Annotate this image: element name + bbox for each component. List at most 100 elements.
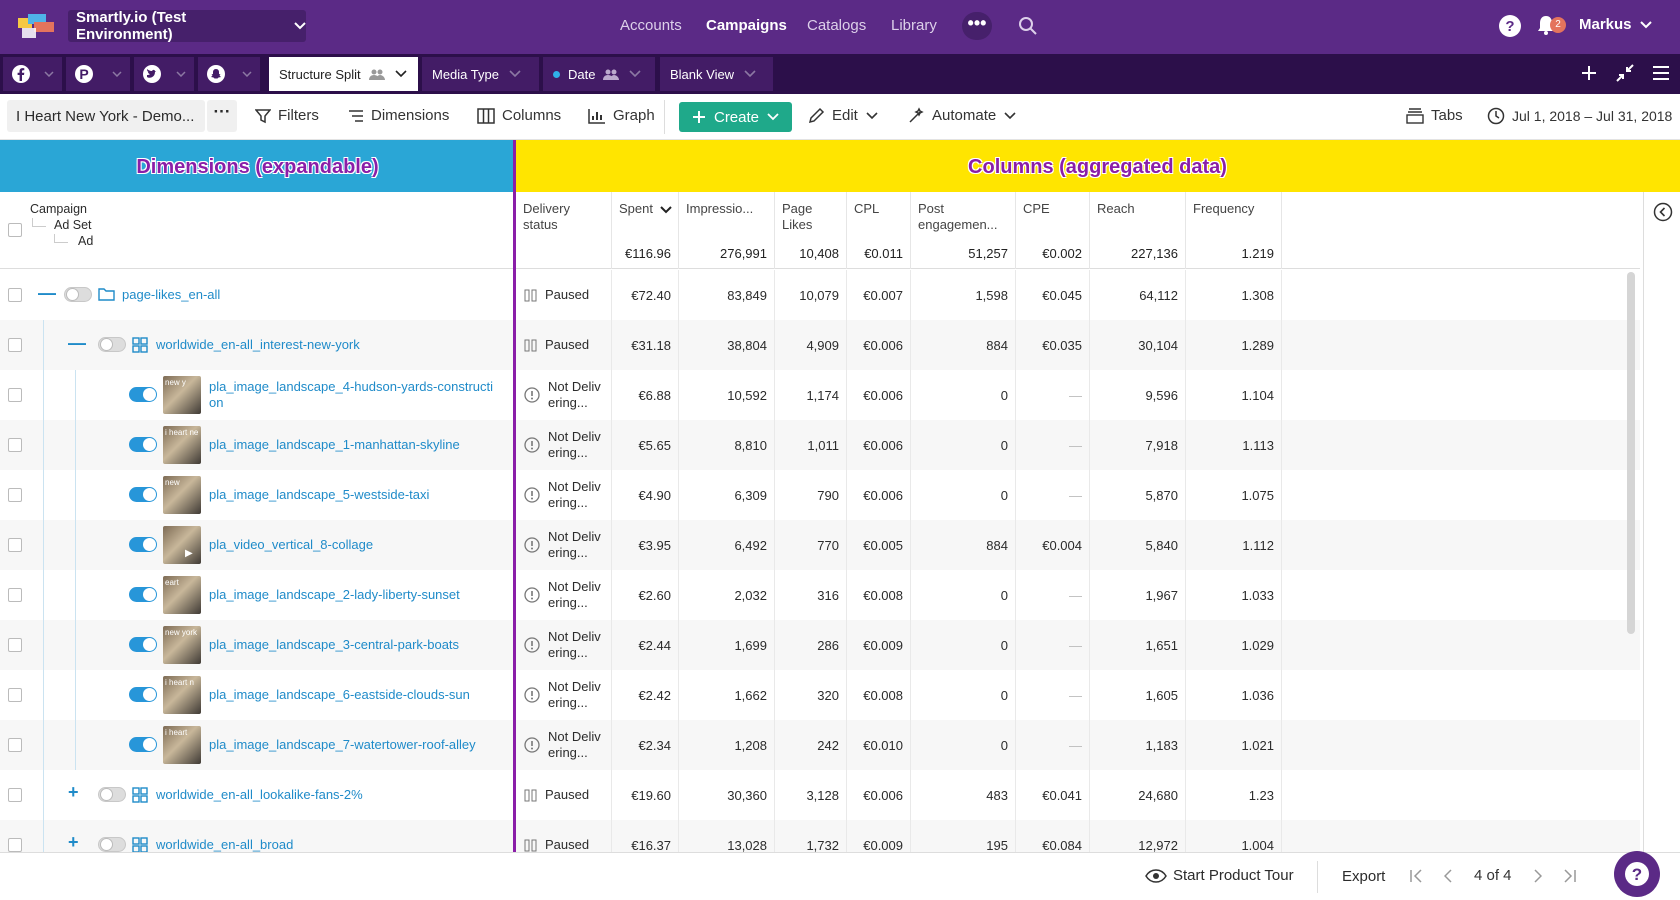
previous-page-icon[interactable] xyxy=(1444,868,1452,883)
account-more-button[interactable]: ··· xyxy=(207,100,237,132)
column-header-cpe[interactable]: CPE €0.002 xyxy=(1016,192,1090,269)
dimension-name[interactable]: worldwide_en-all_interest-new-york xyxy=(156,337,505,353)
row-checkbox[interactable] xyxy=(8,438,22,452)
table-row[interactable]: i heart n pla_image_landscape_6-eastside-… xyxy=(0,670,1640,720)
expand-icon[interactable]: + xyxy=(68,782,79,803)
column-header-delivery-status[interactable]: Delivery status xyxy=(516,192,612,269)
filters-button[interactable]: Filters xyxy=(255,107,319,124)
dimensions-button[interactable]: Dimensions xyxy=(348,107,449,124)
date-range-picker[interactable]: Jul 1, 2018 – Jul 31, 2018 xyxy=(1487,107,1672,125)
row-checkbox[interactable] xyxy=(8,638,22,652)
last-page-icon[interactable] xyxy=(1564,868,1576,883)
tab-date[interactable]: Date xyxy=(543,57,655,91)
collapse-panel-icon[interactable] xyxy=(1653,202,1673,222)
column-header-impressions[interactable]: Impressio... 276,991 xyxy=(679,192,775,269)
status-toggle[interactable] xyxy=(129,637,157,652)
table-row[interactable]: new york pla_image_landscape_3-central-pa… xyxy=(0,620,1640,670)
nav-accounts[interactable]: Accounts xyxy=(620,17,682,34)
column-header-spent[interactable]: Spent €116.96 xyxy=(612,192,679,269)
edit-button[interactable]: Edit xyxy=(808,107,878,124)
export-button[interactable]: Export xyxy=(1342,868,1385,885)
row-checkbox[interactable] xyxy=(8,388,22,402)
table-row[interactable]: i heart ne pla_image_landscape_1-manhatta… xyxy=(0,420,1640,470)
tab-media-type[interactable]: Media Type xyxy=(422,57,539,91)
help-chat-button[interactable]: ? xyxy=(1614,851,1660,897)
collapse-icon[interactable] xyxy=(1616,64,1634,82)
environment-selector[interactable]: Smartly.io (Test Environment) xyxy=(68,9,306,43)
dimension-name[interactable]: pla_image_landscape_7-watertower-roof-al… xyxy=(209,737,505,753)
table-row[interactable]: i heart pla_image_landscape_7-watertower-… xyxy=(0,720,1640,770)
product-tour-button[interactable]: Start Product Tour xyxy=(1145,867,1294,884)
dimension-name[interactable]: pla_image_landscape_1-manhattan-skyline xyxy=(209,437,505,453)
table-row[interactable]: + worldwide_en-all_lookalike-fans-2% Pause… xyxy=(0,770,1640,820)
status-toggle[interactable] xyxy=(98,837,126,852)
expand-icon[interactable]: + xyxy=(68,832,79,852)
search-icon[interactable] xyxy=(1018,16,1038,36)
column-header-post-engagement[interactable]: Post engagemen... 51,257 xyxy=(911,192,1016,269)
next-page-icon[interactable] xyxy=(1534,868,1542,883)
help-icon[interactable]: ? xyxy=(1498,14,1522,38)
dimension-name[interactable]: pla_image_landscape_5-westside-taxi xyxy=(209,487,505,503)
select-all-checkbox[interactable] xyxy=(8,223,22,237)
row-checkbox[interactable] xyxy=(8,488,22,502)
more-menu-button[interactable]: ••• xyxy=(962,12,992,40)
first-page-icon[interactable] xyxy=(1410,868,1422,883)
tabs-button[interactable]: Tabs xyxy=(1406,107,1463,124)
create-button[interactable]: Create xyxy=(679,102,792,132)
tab-structure-split[interactable]: Structure Split xyxy=(269,57,418,91)
row-checkbox[interactable] xyxy=(8,788,22,802)
status-toggle[interactable] xyxy=(98,787,126,802)
platform-tab-facebook[interactable] xyxy=(3,57,62,91)
dimension-name[interactable]: pla_image_landscape_3-central-park-boats xyxy=(209,637,505,653)
table-row[interactable]: new pla_image_landscape_5-westside-taxi No… xyxy=(0,470,1640,520)
hamburger-menu-icon[interactable] xyxy=(1652,64,1670,82)
dimension-name[interactable]: worldwide_en-all_broad xyxy=(156,837,505,852)
dimension-name[interactable]: page-likes_en-all xyxy=(122,287,505,303)
column-header-cpl[interactable]: CPL €0.011 xyxy=(847,192,911,269)
row-checkbox[interactable] xyxy=(8,288,22,302)
row-checkbox[interactable] xyxy=(8,838,22,852)
row-checkbox[interactable] xyxy=(8,538,22,552)
graph-button[interactable]: Graph xyxy=(588,107,655,124)
nav-catalogs[interactable]: Catalogs xyxy=(807,17,866,34)
table-row[interactable]: — worldwide_en-all_interest-new-york Pause… xyxy=(0,320,1640,370)
vertical-scrollbar[interactable] xyxy=(1627,272,1635,634)
status-toggle[interactable] xyxy=(129,437,157,452)
collapse-icon[interactable]: — xyxy=(68,333,86,354)
user-menu[interactable]: Markus xyxy=(1579,16,1652,33)
column-header-page-likes[interactable]: Page Likes 10,408 xyxy=(775,192,847,269)
status-toggle[interactable] xyxy=(129,737,157,752)
nav-campaigns[interactable]: Campaigns xyxy=(706,17,787,34)
row-checkbox[interactable] xyxy=(8,588,22,602)
dimension-name[interactable]: pla_image_landscape_6-eastside-clouds-su… xyxy=(209,687,505,703)
collapse-icon[interactable]: — xyxy=(38,283,56,304)
column-header-frequency[interactable]: Frequency 1.219 xyxy=(1186,192,1282,269)
table-row[interactable]: new y pla_image_landscape_4-hudson-yards-… xyxy=(0,370,1640,420)
row-checkbox[interactable] xyxy=(8,688,22,702)
table-row[interactable]: + worldwide_en-all_broad Paused €16.37 13,02… xyxy=(0,820,1640,852)
dimension-name[interactable]: pla_image_landscape_4-hudson-yards-const… xyxy=(209,379,505,411)
smartly-logo[interactable] xyxy=(18,14,58,40)
status-toggle[interactable] xyxy=(129,387,157,402)
dimension-name[interactable]: pla_video_vertical_8-collage xyxy=(209,537,505,553)
add-tab-icon[interactable] xyxy=(1580,64,1598,82)
row-checkbox[interactable] xyxy=(8,738,22,752)
column-header-reach[interactable]: Reach 227,136 xyxy=(1090,192,1186,269)
status-toggle[interactable] xyxy=(129,487,157,502)
tab-blank-view[interactable]: Blank View xyxy=(660,57,773,91)
columns-button[interactable]: Columns xyxy=(477,107,561,124)
table-row[interactable]: — page-likes_en-all Paused €72.40 83,849 10,0… xyxy=(0,270,1640,320)
dimension-name[interactable]: pla_image_landscape_2-lady-liberty-sunse… xyxy=(209,587,505,603)
platform-tab-twitter[interactable] xyxy=(134,57,194,91)
status-toggle[interactable] xyxy=(129,587,157,602)
dimension-name[interactable]: worldwide_en-all_lookalike-fans-2% xyxy=(156,787,505,803)
platform-tab-snapchat[interactable] xyxy=(198,57,260,91)
table-row[interactable]: ▶ pla_video_vertical_8-collage Not Deliv e… xyxy=(0,520,1640,570)
table-row[interactable]: eart pla_image_landscape_2-lady-liberty-s… xyxy=(0,570,1640,620)
status-toggle[interactable] xyxy=(129,687,157,702)
row-checkbox[interactable] xyxy=(8,338,22,352)
nav-library[interactable]: Library xyxy=(891,17,937,34)
automate-button[interactable]: Automate xyxy=(908,107,1016,124)
platform-tab-pinterest[interactable]: P xyxy=(66,57,130,91)
account-selector[interactable]: I Heart New York - Demo... xyxy=(7,100,205,132)
